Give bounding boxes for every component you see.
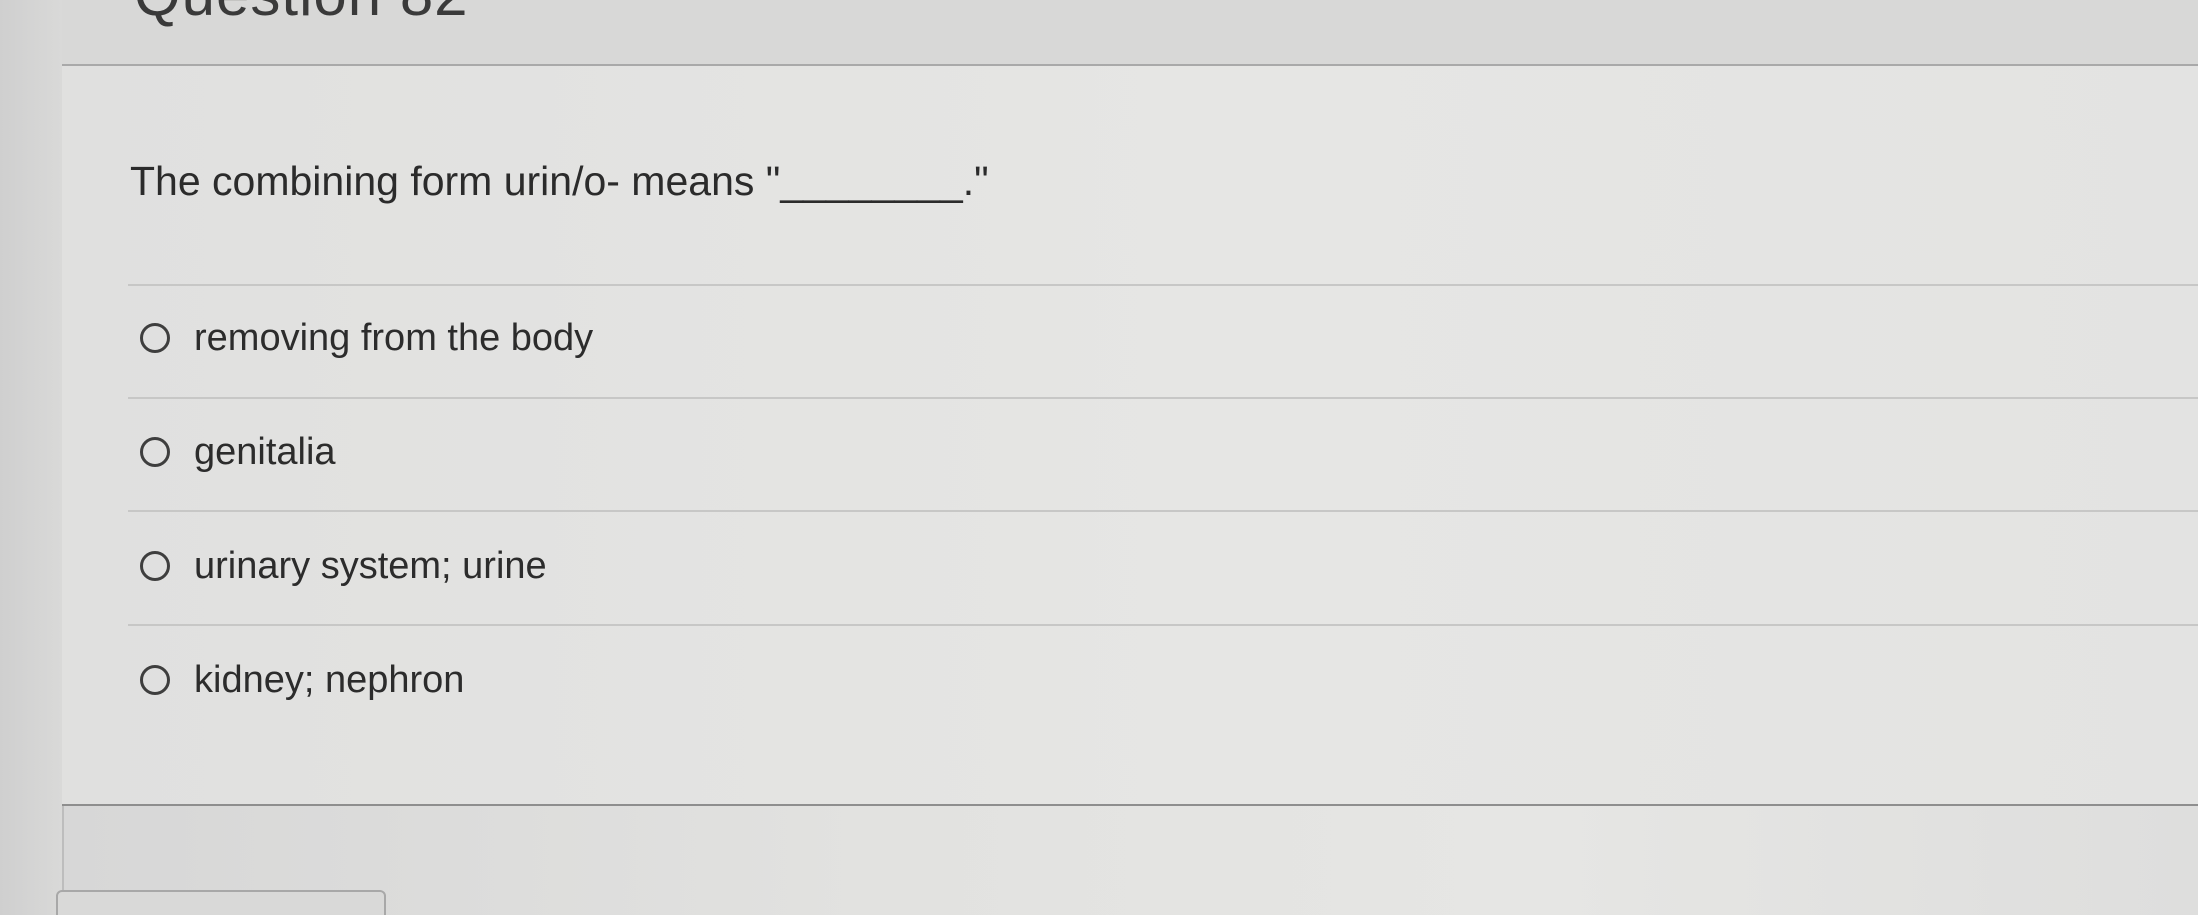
radio-button[interactable] [140,665,170,695]
answer-option-1[interactable]: removing from the body [140,308,593,368]
question-prompt: The combining form urin/o- means "______… [130,158,989,204]
question-header: Question 82 [62,0,2198,66]
answer-option-4[interactable]: kidney; nephron [140,650,464,710]
option-label: urinary system; urine [194,544,547,587]
radio-button[interactable] [140,323,170,353]
radio-button[interactable] [140,437,170,467]
radio-button[interactable] [140,551,170,581]
divider [128,624,2198,626]
question-title: Question 82 [134,0,469,29]
left-gutter [0,0,64,915]
divider [128,284,2198,286]
option-label: removing from the body [194,316,594,359]
answer-option-3[interactable]: urinary system; urine [140,536,547,596]
divider [128,397,2198,399]
option-label: genitalia [194,430,336,473]
answer-option-2[interactable]: genitalia [140,422,336,482]
option-label: kidney; nephron [194,658,465,701]
question-card: The combining form urin/o- means "______… [62,66,2198,806]
divider [128,510,2198,512]
navigation-button[interactable] [56,890,386,915]
quiz-page: Question 82 The combining form urin/o- m… [0,0,2198,915]
